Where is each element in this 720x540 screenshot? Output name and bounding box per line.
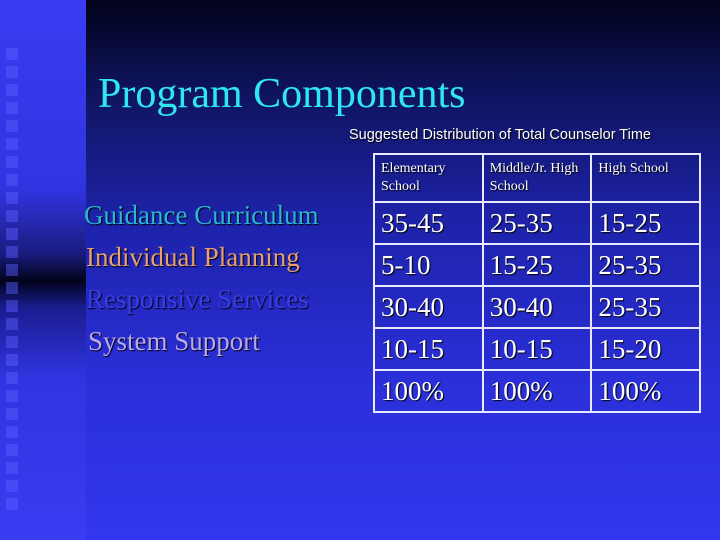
table-cell: 100% [590, 369, 701, 413]
table-header-row: Elementary School Middle/Jr. High School… [373, 153, 701, 203]
decorative-square [6, 480, 18, 492]
table-cell: 30-40 [373, 285, 484, 329]
decorative-square [6, 408, 18, 420]
decorative-square [6, 102, 18, 114]
table-row: 35-45 25-35 15-25 [373, 201, 701, 245]
table-row: 5-10 15-25 25-35 [373, 243, 701, 287]
decorative-square [6, 390, 18, 402]
decorative-square [6, 246, 18, 258]
decorative-square [6, 282, 18, 294]
decorative-square [6, 300, 18, 312]
decorative-square [6, 84, 18, 96]
table-cell: 100% [481, 369, 593, 413]
decorative-square [6, 462, 18, 474]
decorative-square [6, 210, 18, 222]
table-cell: 35-45 [373, 201, 484, 245]
table-cell: 100% [373, 369, 484, 413]
decorative-square [6, 264, 18, 276]
decorative-square [6, 336, 18, 348]
decorative-square [6, 174, 18, 186]
table-cell: 25-35 [590, 285, 701, 329]
table-cell: 5-10 [373, 243, 484, 287]
component-responsive-services: Responsive Services [86, 284, 309, 314]
table-row: 30-40 30-40 25-35 [373, 285, 701, 329]
decorative-square [6, 426, 18, 438]
header-elementary: Elementary School [373, 153, 484, 203]
decorative-square [6, 228, 18, 240]
slide-subtitle: Suggested Distribution of Total Counselo… [349, 127, 651, 143]
decorative-square [6, 498, 18, 510]
decorative-square [6, 120, 18, 132]
table-cell: 10-15 [481, 327, 593, 371]
header-high: High School [590, 153, 701, 203]
table-cell: 15-25 [590, 201, 701, 245]
decorative-square [6, 156, 18, 168]
table-cell: 15-20 [590, 327, 701, 371]
table-cell: 25-35 [481, 201, 593, 245]
table-cell: 15-25 [481, 243, 593, 287]
decorative-square [6, 138, 18, 150]
distribution-table: Elementary School Middle/Jr. High School… [373, 153, 701, 413]
table-cell: 25-35 [590, 243, 701, 287]
component-individual-planning: Individual Planning [86, 242, 300, 272]
component-system-support: System Support [88, 326, 260, 356]
table-cell: 10-15 [373, 327, 484, 371]
slide-title: Program Components [98, 71, 466, 117]
decorative-square [6, 354, 18, 366]
component-guidance-curriculum: Guidance Curriculum [84, 200, 319, 230]
table-row: 10-15 10-15 15-20 [373, 327, 701, 371]
decorative-square [6, 66, 18, 78]
decorative-square [6, 48, 18, 60]
decorative-square [6, 318, 18, 330]
header-middle: Middle/Jr. High School [481, 153, 593, 203]
decorative-square [6, 444, 18, 456]
decorative-square [6, 192, 18, 204]
decorative-square [6, 372, 18, 384]
table-cell: 30-40 [481, 285, 593, 329]
table-row: 100% 100% 100% [373, 369, 701, 413]
